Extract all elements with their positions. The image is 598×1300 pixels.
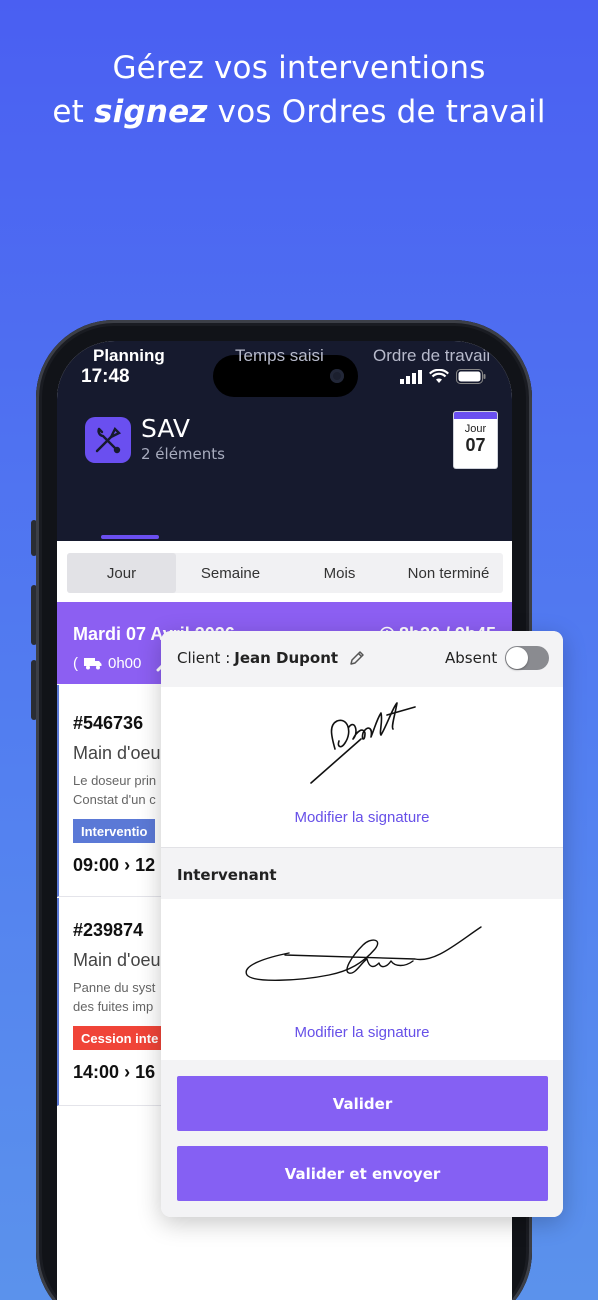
chevron-right-icon: › xyxy=(124,855,131,875)
card-desc-line-2: des fuites imp xyxy=(73,999,154,1014)
card-hours-end: 16 xyxy=(135,1062,156,1082)
intervenant-section: Intervenant xyxy=(161,847,563,899)
segment-semaine[interactable]: Semaine xyxy=(176,553,285,593)
client-signature xyxy=(310,702,416,784)
card-type-badge: Cession inte xyxy=(73,1026,167,1050)
card-number: #239874 xyxy=(73,920,144,940)
card-title: Main d'oeu xyxy=(73,743,161,763)
modal-header: Client : Jean Dupont Absent xyxy=(161,631,563,687)
camera-icon xyxy=(330,369,344,383)
client-name: Jean Dupont xyxy=(234,649,339,667)
card-hours: 14:00 › 16 xyxy=(73,1062,155,1083)
segment-non-termine[interactable]: Non terminé xyxy=(394,553,503,593)
calendar-day-button[interactable]: Jour 07 xyxy=(454,412,497,468)
headline-line-1: Gérez vos interventions xyxy=(112,50,486,86)
card-hours: 09:00 › 12 xyxy=(73,855,155,876)
wifi-icon xyxy=(429,369,449,383)
app-logo-icon xyxy=(85,417,131,463)
validate-button[interactable]: Valider xyxy=(177,1076,548,1131)
card-number: #546736 xyxy=(73,713,144,733)
calendar-label: Jour xyxy=(464,423,487,435)
modal-footer: Valider Valider et envoyer xyxy=(161,1060,563,1217)
tab-planning[interactable]: Planning xyxy=(93,346,165,366)
period-selector: Jour Semaine Mois Non terminé xyxy=(67,553,503,593)
card-desc-line-2: Constat d'un c xyxy=(73,792,156,807)
segment-jour[interactable]: Jour xyxy=(67,553,176,593)
tab-active-indicator xyxy=(101,535,159,539)
signal-icon xyxy=(400,369,422,384)
card-desc-line-1: Le doseur prin xyxy=(73,773,157,788)
absent-label: Absent xyxy=(445,649,498,667)
app-subtitle: 2 éléments xyxy=(141,445,225,463)
card-hours-start: 09:00 xyxy=(73,855,120,875)
validate-and-send-button[interactable]: Valider et envoyer xyxy=(177,1146,548,1201)
card-desc-line-1: Panne du syst xyxy=(73,980,156,995)
battery-icon xyxy=(456,369,486,384)
toggle-knob xyxy=(506,647,528,669)
client-label: Client : xyxy=(177,649,231,667)
card-type-badge: Interventio xyxy=(73,819,156,843)
day-travel: ( 0h00 xyxy=(73,654,173,672)
absent-toggle[interactable] xyxy=(505,646,549,670)
pencil-icon[interactable] xyxy=(348,649,366,667)
segment-mois[interactable]: Mois xyxy=(285,553,394,593)
card-hours-start: 14:00 xyxy=(73,1062,120,1082)
calendar-day: 07 xyxy=(465,435,486,455)
headline-line-2-pre: et xyxy=(52,94,94,130)
tools-icon xyxy=(95,426,122,454)
tab-ordre-de-travail[interactable]: Ordre de travail xyxy=(373,346,490,366)
travel-time: 0h00 xyxy=(108,654,142,672)
status-time: 17:48 xyxy=(81,366,130,387)
headline-line-2: et signez vos Ordres de travail xyxy=(0,90,598,134)
headline-line-2-post: vos Ordres de travail xyxy=(207,94,546,130)
truck-icon xyxy=(84,657,102,669)
card-hours-end: 12 xyxy=(135,855,156,875)
headline: Gérez vos interventions et signez vos Or… xyxy=(0,46,598,134)
tab-temps-saisi[interactable]: Temps saisi xyxy=(235,346,324,366)
paren-open: ( xyxy=(73,654,78,672)
card-title: Main d'oeu xyxy=(73,950,161,970)
modify-client-signature-link[interactable]: Modifier la signature xyxy=(161,809,563,826)
intervenant-signature xyxy=(245,926,482,981)
signature-modal: Client : Jean Dupont Absent Modifier la … xyxy=(161,631,563,1217)
chevron-right-icon: › xyxy=(124,1062,131,1082)
client-field: Client : Jean Dupont xyxy=(177,649,366,667)
status-icons xyxy=(400,369,486,384)
headline-emphasis: signez xyxy=(94,94,208,130)
app-title: SAV xyxy=(141,414,190,443)
intervenant-label: Intervenant xyxy=(177,866,277,884)
modify-intervenant-signature-link[interactable]: Modifier la signature xyxy=(161,1024,563,1041)
